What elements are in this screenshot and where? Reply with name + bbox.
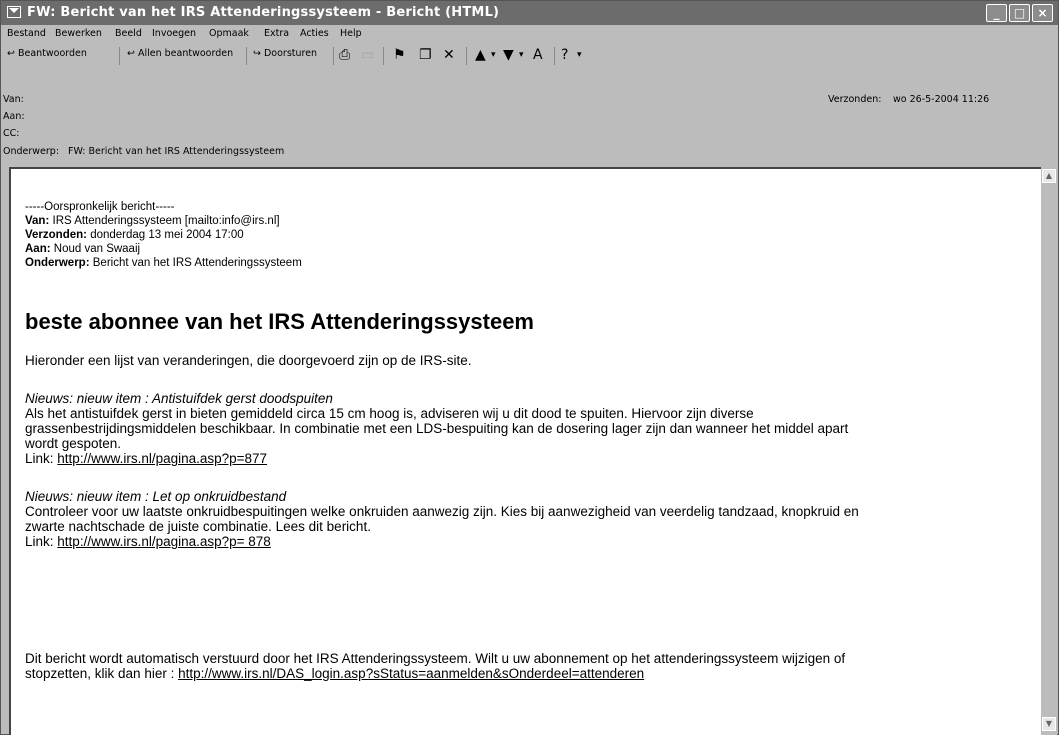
maximize-button[interactable]: □ — [1009, 4, 1030, 22]
menu-help[interactable]: Help — [340, 28, 362, 39]
item1-line3: wordt gespoten. — [25, 436, 122, 451]
forward-label: Doorsturen — [263, 48, 318, 59]
menu-bestand[interactable]: Bestand — [7, 28, 46, 39]
item1-link[interactable]: http://www.irs.nl/pagina.asp?p=877 — [57, 451, 267, 466]
cc-label: CC: — [3, 128, 20, 139]
footer-line2: stopzetten, klik dan hier : http://www.i… — [25, 666, 1035, 681]
reply-all-icon: ↩ — [127, 48, 135, 59]
menu-bar: Bestand Bewerken Beeld Invoegen Opmaak E… — [1, 25, 1058, 43]
item2-title: Nieuws: nieuw item : Let op onkruidbesta… — [25, 489, 1035, 504]
scroll-down-arrow-icon[interactable]: ▼ — [1042, 717, 1056, 731]
reply-label: Beantwoorden — [17, 48, 87, 59]
next-item-icon[interactable]: ▼ — [503, 47, 514, 63]
delete-icon[interactable]: ✕ — [443, 47, 455, 63]
forward-icon: ↪ — [253, 48, 261, 59]
print-icon[interactable]: ⎙ — [339, 47, 350, 63]
to-label: Aan: — [3, 111, 25, 122]
item2-title-text: Nieuws: nieuw item : Let op onkruidbesta… — [25, 489, 287, 504]
subject-value: FW: Bericht van het IRS Attenderingssyst… — [68, 146, 285, 157]
original-subject-label: Onderwerp: — [25, 257, 90, 269]
item2-link[interactable]: http://www.irs.nl/pagina.asp?p= 878 — [57, 534, 271, 549]
message-header: Van: Aan: CC: Onderwerp: FW: Bericht van… — [1, 88, 1058, 164]
forward-button[interactable]: ↪ Doorsturen — [253, 48, 317, 59]
save-icon[interactable]: ▭ — [361, 47, 374, 63]
window-title: FW: Bericht van het IRS Attenderingssyst… — [27, 5, 500, 20]
footer-unsubscribe-link[interactable]: http://www.irs.nl/DAS_login.asp?sStatus=… — [178, 666, 644, 681]
reply-all-button[interactable]: ↩ Allen beantwoorden — [127, 48, 233, 59]
original-to-line: Aan: Noud van Swaaij — [25, 242, 1035, 256]
original-from-line: Van: IRS Attenderingssysteem [mailto:inf… — [25, 214, 1035, 228]
original-to-label: Aan: — [25, 243, 51, 255]
sent-label: Verzonden: — [828, 94, 882, 105]
email-window: FW: Bericht van het IRS Attenderingssyst… — [0, 0, 1059, 735]
item2-link-line: Link: http://www.irs.nl/pagina.asp?p= 87… — [25, 534, 1035, 549]
toolbar-separator — [554, 47, 555, 65]
title-bar[interactable]: FW: Bericht van het IRS Attenderingssyst… — [1, 1, 1058, 25]
flag-icon[interactable]: ⚑ — [393, 47, 406, 63]
from-label: Van: — [3, 94, 24, 105]
item1-title-text: Nieuws: nieuw item : Antistuifdek gerst … — [25, 391, 333, 406]
message-heading: beste abonnee van het IRS Attenderingssy… — [25, 309, 534, 334]
original-from-value: IRS Attenderingssysteem [mailto:info@irs… — [52, 215, 280, 227]
menu-beeld[interactable]: Beeld — [115, 28, 142, 39]
envelope-icon — [7, 6, 21, 18]
toolbar-separator — [333, 47, 334, 65]
item2-line1: Controleer voor uw laatste onkruidbespui… — [25, 504, 859, 519]
toolbar-separator — [383, 47, 384, 65]
previous-dropdown-icon[interactable]: ▾ — [491, 47, 496, 63]
original-to-value: Noud van Swaaij — [53, 243, 141, 255]
menu-acties[interactable]: Acties — [300, 28, 329, 39]
footer-line1: Dit bericht wordt automatisch verstuurd … — [25, 651, 846, 666]
help-icon[interactable]: ? — [561, 47, 568, 63]
minimize-button[interactable]: _ — [986, 4, 1007, 22]
subject-label: Onderwerp: — [3, 146, 60, 157]
close-button[interactable]: × — [1032, 4, 1053, 22]
help-dropdown-icon[interactable]: ▾ — [577, 47, 582, 63]
reply-button[interactable]: ↩ Beantwoorden — [7, 48, 87, 59]
address-book-icon[interactable]: A — [533, 47, 543, 63]
item2-line2: zwarte nachtschade de juiste combinatie.… — [25, 519, 371, 534]
sent-value: wo 26-5-2004 11:26 — [893, 94, 990, 105]
vertical-scrollbar[interactable] — [1041, 167, 1057, 735]
menu-extra[interactable]: Extra — [264, 28, 289, 39]
original-sent-line: Verzonden: donderdag 13 mei 2004 17:00 — [25, 228, 1035, 242]
toolbar-separator — [119, 47, 120, 65]
original-sent-label: Verzonden: — [25, 229, 87, 241]
reply-icon: ↩ — [7, 48, 15, 59]
item2-link-label: Link: — [25, 534, 54, 549]
item1-title: Nieuws: nieuw item : Antistuifdek gerst … — [25, 391, 1035, 406]
scroll-up-arrow-icon[interactable]: ▲ — [1042, 169, 1056, 183]
original-message-marker: -----Oorspronkelijk bericht----- — [25, 201, 175, 213]
previous-item-icon[interactable]: ▲ — [475, 47, 486, 63]
footer-line2-text: stopzetten, klik dan hier : — [25, 666, 175, 681]
item1-line2: grassenbestrijdingsmiddelen beschikbaar.… — [25, 421, 849, 436]
intro-text: Hieronder een lijst van veranderingen, d… — [25, 353, 472, 368]
menu-opmaak[interactable]: Opmaak — [209, 28, 249, 39]
original-from-label: Van: — [25, 215, 50, 227]
toolbar: ↩ Beantwoorden ↩ Allen beantwoorden ↪ Do… — [1, 43, 1058, 69]
menu-bewerken[interactable]: Bewerken — [55, 28, 102, 39]
original-subject-line: Onderwerp: Bericht van het IRS Attenderi… — [25, 256, 1035, 270]
next-dropdown-icon[interactable]: ▾ — [519, 47, 524, 63]
toolbar-separator — [466, 47, 467, 65]
toolbar-separator — [246, 47, 247, 65]
item1-link-line: Link: http://www.irs.nl/pagina.asp?p=877 — [25, 451, 1035, 466]
original-sent-value: donderdag 13 mei 2004 17:00 — [90, 229, 244, 241]
move-to-folder-icon[interactable]: ❐ — [419, 47, 432, 63]
original-subject-value: Bericht van het IRS Attenderingssysteem — [92, 257, 302, 269]
item1-line1: Als het antistuifdek gerst in bieten gem… — [25, 406, 754, 421]
menu-invoegen[interactable]: Invoegen — [152, 28, 196, 39]
item1-link-label: Link: — [25, 451, 54, 466]
reply-all-label: Allen beantwoorden — [137, 48, 234, 59]
